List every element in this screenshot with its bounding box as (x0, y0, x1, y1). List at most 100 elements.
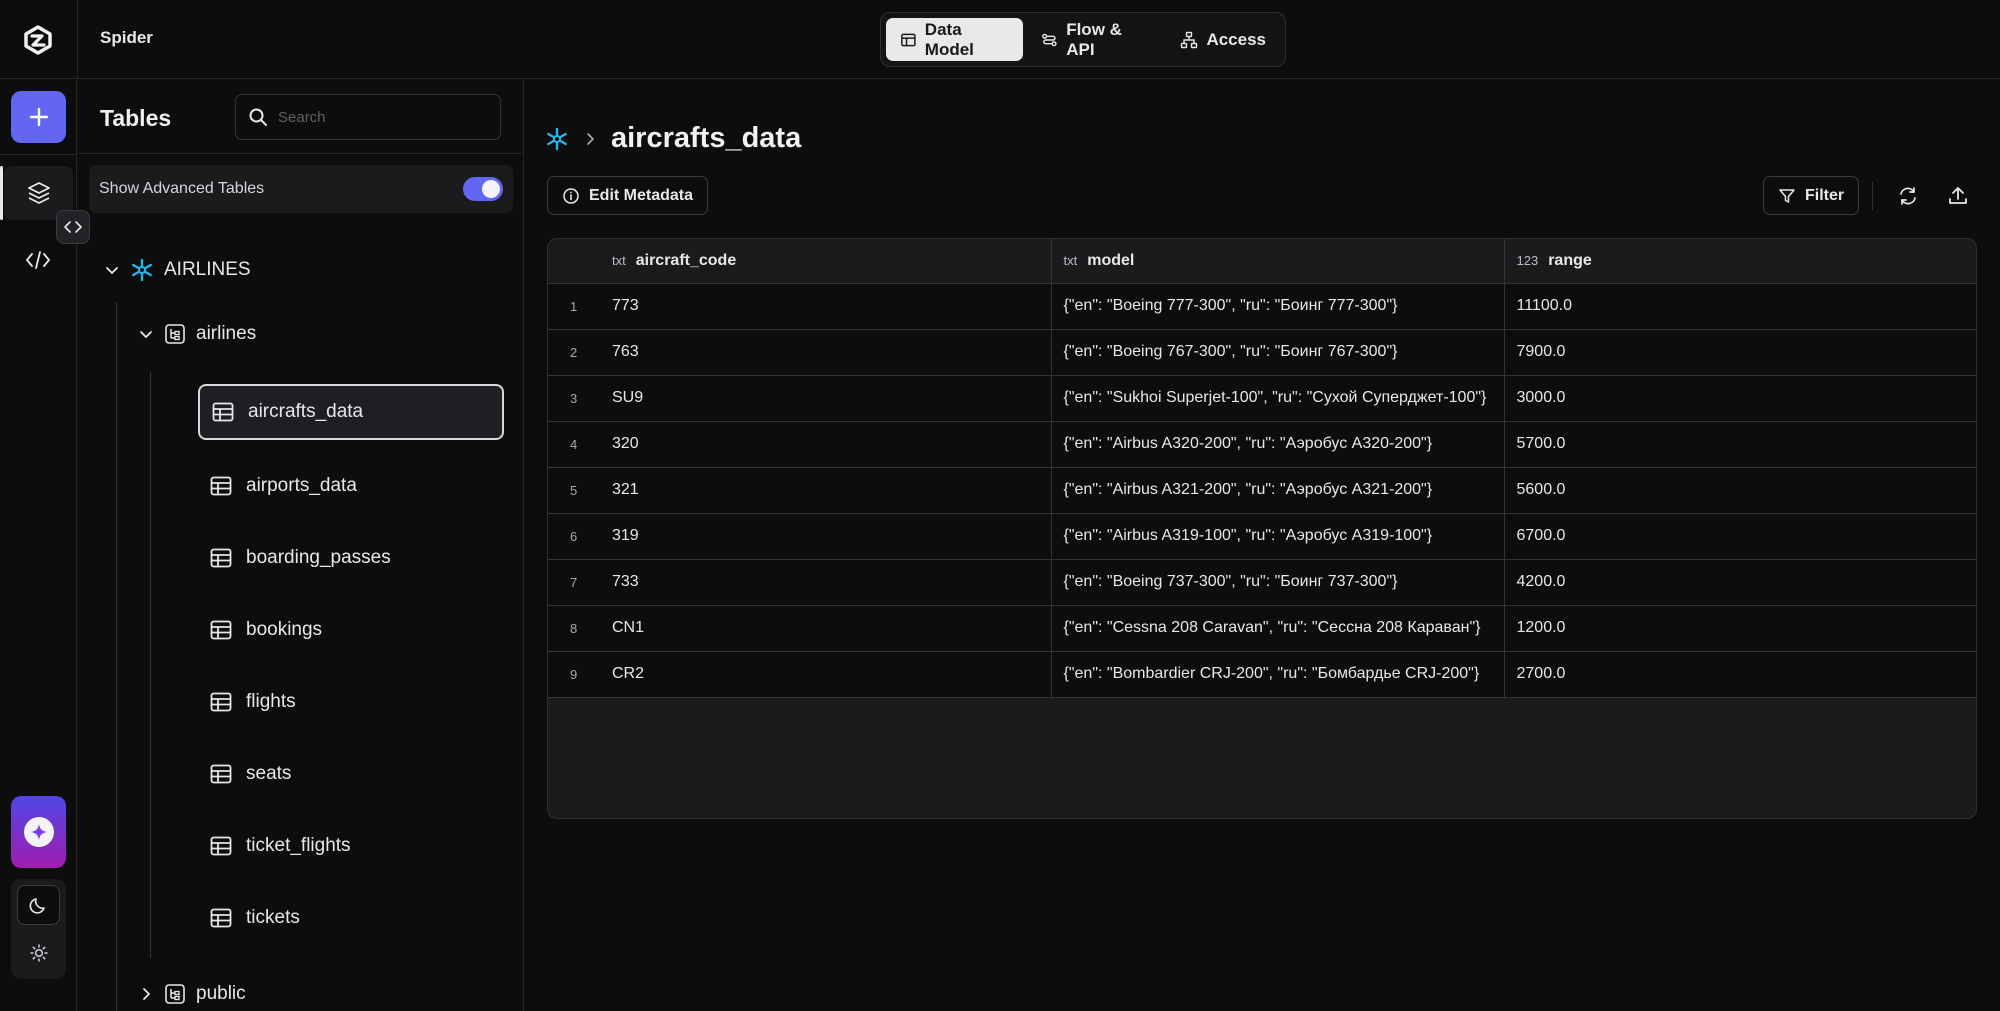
table-name: seats (246, 763, 292, 784)
table-row[interactable]: 3 SU9 {"en": "Sukhoi Superjet-100", "ru": … (548, 375, 1976, 422)
table-item-bookings[interactable]: bookings (198, 602, 504, 658)
table-name: ticket_flights (246, 835, 351, 856)
tab-label: Data Model (924, 19, 974, 59)
cell-range[interactable]: 4200.0 (1504, 559, 1976, 606)
export-button[interactable] (1940, 178, 1976, 214)
tab-label: Access (1206, 29, 1266, 49)
table-item-tickets[interactable]: tickets (198, 890, 504, 946)
app-name: Spider (100, 28, 153, 47)
column-type-label: txt (1063, 252, 1078, 268)
flow-icon (1042, 33, 1058, 46)
row-number: 1 (548, 283, 600, 330)
chevron-down-icon (106, 267, 118, 274)
table-row[interactable]: 8 CN1 {"en": "Cessna 208 Caravan", "ru": "… (548, 605, 1976, 652)
schema-node-airlines[interactable]: airlines (138, 323, 256, 345)
cell-model[interactable]: {"en": "Airbus A319-100", "ru": "Аэробус… (1051, 513, 1505, 560)
table-item-boarding-passes[interactable]: boarding_passes (198, 530, 504, 586)
table-row[interactable]: 9 CR2 {"en": "Bombardier CRJ-200", "ru": "… (548, 651, 1976, 698)
edit-metadata-button[interactable]: Edit Metadata (547, 176, 709, 215)
cell-model[interactable]: {"en": "Boeing 737-300", "ru": "Боинг 73… (1051, 559, 1505, 606)
cell-aircraft-code[interactable]: CR2 (600, 651, 1052, 698)
cell-model[interactable]: {"en": "Airbus A321-200", "ru": "Аэробус… (1051, 467, 1505, 514)
table-item-aircrafts-data[interactable]: aircrafts_data (198, 384, 504, 440)
toolbar-divider (1872, 182, 1873, 210)
row-number: 9 (548, 651, 600, 698)
column-header-aircraft-code[interactable]: txt aircraft_code (600, 239, 1052, 284)
filter-label: Filter (1805, 186, 1845, 204)
sidebar-title: Tables (100, 105, 172, 131)
table-icon (210, 692, 232, 712)
collapse-sidebar-button[interactable] (56, 210, 90, 244)
column-header-range[interactable]: 123 range (1504, 239, 1976, 284)
column-header-model[interactable]: txt model (1051, 239, 1505, 284)
table-item-airports-data[interactable]: airports_data (198, 458, 504, 514)
ai-assistant-button[interactable] (11, 796, 66, 868)
cell-range[interactable]: 6700.0 (1504, 513, 1976, 560)
add-button[interactable] (11, 91, 66, 143)
table-name: airports_data (246, 475, 357, 496)
table-row[interactable]: 5 321 {"en": "Airbus A321-200", "ru": "Аэр… (548, 467, 1976, 514)
table-row[interactable]: 7 733 {"en": "Boeing 737-300", "ru": "Боин… (548, 559, 1976, 606)
cell-aircraft-code[interactable]: 763 (600, 329, 1052, 376)
tab-flow-api[interactable]: Flow & API (1027, 18, 1162, 61)
refresh-button[interactable] (1890, 178, 1926, 214)
cell-range[interactable]: 7900.0 (1504, 329, 1976, 376)
cell-model[interactable]: {"en": "Boeing 767-300", "ru": "Боинг 76… (1051, 329, 1505, 376)
table-item-seats[interactable]: seats (198, 746, 504, 802)
schema-icon (165, 324, 185, 344)
cell-model[interactable]: {"en": "Bombardier CRJ-200", "ru": "Бомб… (1051, 651, 1505, 698)
table-name: boarding_passes (246, 547, 391, 568)
spider-logo-icon[interactable] (20, 22, 56, 58)
dark-theme-button[interactable] (17, 885, 60, 925)
table-search (235, 94, 501, 140)
database-node-airlines[interactable]: AIRLINES (104, 258, 251, 282)
top-bar: Spider Data Model Flow & API Access (0, 0, 2000, 79)
column-name: range (1548, 251, 1592, 269)
table-row[interactable]: 6 319 {"en": "Airbus A319-100", "ru": "Аэр… (548, 513, 1976, 560)
network-icon (1181, 31, 1198, 48)
table-item-ticket-flights[interactable]: ticket_flights (198, 818, 504, 874)
sun-icon (29, 944, 48, 962)
cell-aircraft-code[interactable]: 773 (600, 283, 1052, 330)
cell-aircraft-code[interactable]: 320 (600, 421, 1052, 468)
cell-model[interactable]: {"en": "Boeing 777-300", "ru": "Боинг 77… (1051, 283, 1505, 330)
active-indicator (0, 166, 3, 220)
cell-aircraft-code[interactable]: 319 (600, 513, 1052, 560)
table-name: flights (246, 691, 296, 712)
cell-aircraft-code[interactable]: 733 (600, 559, 1052, 606)
sparkle-icon (30, 824, 47, 840)
cell-model[interactable]: {"en": "Sukhoi Superjet-100", "ru": "Сух… (1051, 375, 1505, 422)
cell-range[interactable]: 1200.0 (1504, 605, 1976, 652)
layers-icon (27, 182, 50, 204)
cell-range[interactable]: 5600.0 (1504, 467, 1976, 514)
table-row[interactable]: 4 320 {"en": "Airbus A320-200", "ru": "Аэр… (548, 421, 1976, 468)
cell-range[interactable]: 5700.0 (1504, 421, 1976, 468)
code-nav-button[interactable] (18, 240, 58, 280)
snowflake-icon[interactable] (545, 127, 569, 151)
advanced-tables-toggle[interactable] (463, 177, 503, 201)
table-item-flights[interactable]: flights (198, 674, 504, 730)
cell-model[interactable]: {"en": "Cessna 208 Caravan", "ru": "Сесс… (1051, 605, 1505, 652)
table-row[interactable]: 1 773 {"en": "Boeing 777-300", "ru": "Боин… (548, 283, 1976, 330)
rail-divider (0, 154, 77, 155)
schema-name: airlines (196, 323, 257, 344)
schema-icon (165, 984, 185, 1004)
filter-button[interactable]: Filter (1763, 176, 1860, 215)
cell-aircraft-code[interactable]: CN1 (600, 605, 1052, 652)
cell-model[interactable]: {"en": "Airbus A320-200", "ru": "Аэробус… (1051, 421, 1505, 468)
cell-aircraft-code[interactable]: SU9 (600, 375, 1052, 422)
cell-range[interactable]: 11100.0 (1504, 283, 1976, 330)
cell-range[interactable]: 3000.0 (1504, 375, 1976, 422)
cell-aircraft-code[interactable]: 321 (600, 467, 1052, 514)
schema-node-public[interactable]: public (138, 983, 246, 1005)
light-theme-button[interactable] (17, 933, 60, 973)
cell-range[interactable]: 2700.0 (1504, 651, 1976, 698)
tab-data-model[interactable]: Data Model (886, 18, 1024, 61)
data-table: txt aircraft_code txt model 123 range 1 773{… (548, 239, 1976, 698)
table-row[interactable]: 2 763 {"en": "Boeing 767-300", "ru": "Боин… (548, 329, 1976, 376)
tree-guide-line (150, 372, 151, 958)
grid-footer (548, 697, 1976, 742)
tab-access[interactable]: Access (1166, 18, 1280, 61)
search-input[interactable] (278, 108, 478, 126)
table-icon (210, 476, 232, 496)
